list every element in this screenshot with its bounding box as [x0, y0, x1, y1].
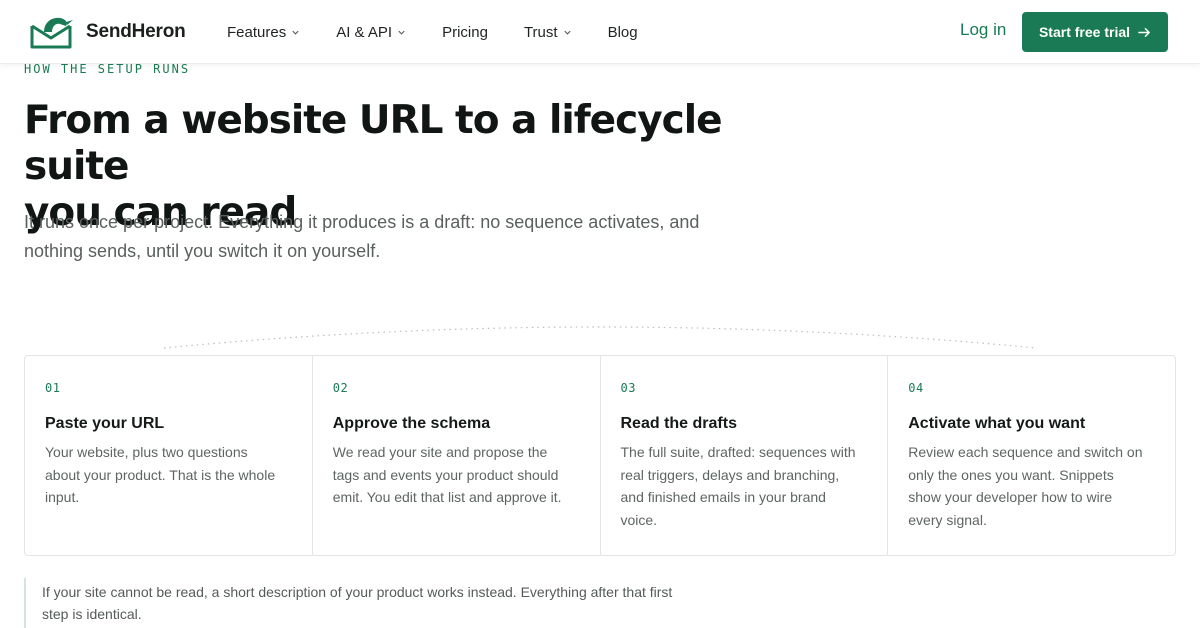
step-card: 02 Approve the schema We read your site … [313, 356, 601, 555]
note-line-1: If your site cannot be read, a short des… [42, 584, 673, 600]
step-title: Activate what you want [908, 415, 1086, 432]
nav-item-label: AI & API [336, 23, 393, 41]
step-card: 03 Read the drafts The full suite, draft… [601, 356, 889, 555]
section-eyebrow: HOW THE SETUP RUNS [24, 62, 191, 76]
step-number: 02 [332, 381, 349, 395]
nav-item-blog[interactable]: Blog [608, 24, 638, 41]
chevron-down-icon [292, 30, 299, 35]
step-body: Review each sequence and switch on only … [908, 444, 1143, 528]
lede-line-2: nothing sends, until you switch it on yo… [24, 241, 381, 261]
nav-item-label: Blog [607, 23, 638, 41]
chevron-down-icon [398, 30, 405, 35]
step-title: Approve the schema [332, 415, 491, 432]
heron-envelope-logo-icon [30, 17, 73, 49]
step-body: Your website, plus two questions about y… [45, 444, 276, 505]
brand-name: SendHeron [86, 21, 186, 42]
hero-lede: It runs once per project. Everything it … [24, 208, 724, 266]
step-number: 01 [45, 381, 61, 395]
step-card: 01 Paste your URL Your website, plus two… [25, 356, 313, 555]
step-number: 04 [908, 381, 924, 395]
note-line-2: step is identical. [42, 606, 142, 622]
step-body: We read your site and propose the tags a… [332, 444, 562, 505]
nav-item-features[interactable]: Features [227, 24, 300, 41]
fallback-note: If your site cannot be read, a short des… [24, 578, 724, 628]
nav-item-trust[interactable]: Trust [524, 24, 572, 41]
step-title: Paste your URL [45, 415, 165, 432]
lede-line-1: It runs once per project. Everything it … [24, 212, 700, 232]
setup-steps: 01 Paste your URL Your website, plus two… [24, 355, 1176, 556]
arrow-right-icon [1138, 27, 1150, 37]
cta-label: Start free trial [1038, 24, 1131, 40]
headline-line-1: From a website URL to a lifecycle suite [24, 98, 723, 189]
step-body: The full suite, drafted: sequences with … [620, 444, 856, 528]
chevron-down-icon [563, 30, 571, 35]
nav-item-label: Pricing [442, 23, 488, 41]
decorative-dotted-arc [163, 326, 1037, 349]
site-header: SendHeron Features AI & API Pricing Trus… [0, 0, 1200, 64]
nav-item-pricing[interactable]: Pricing [442, 24, 488, 41]
step-number: 03 [620, 381, 636, 395]
step-card: 04 Activate what you want Review each se… [888, 356, 1175, 555]
step-title: Read the drafts [620, 415, 737, 432]
nav-item-ai-api[interactable]: AI & API [336, 24, 406, 41]
start-free-trial-button[interactable]: Start free trial [1022, 12, 1168, 52]
main-nav: Features AI & API Pricing Trust Blog [227, 0, 674, 64]
login-link[interactable]: Log in [960, 20, 1006, 40]
brand-logo-link[interactable]: SendHeron [30, 14, 186, 50]
nav-item-label: Trust [523, 23, 558, 41]
nav-item-label: Features [227, 23, 287, 41]
